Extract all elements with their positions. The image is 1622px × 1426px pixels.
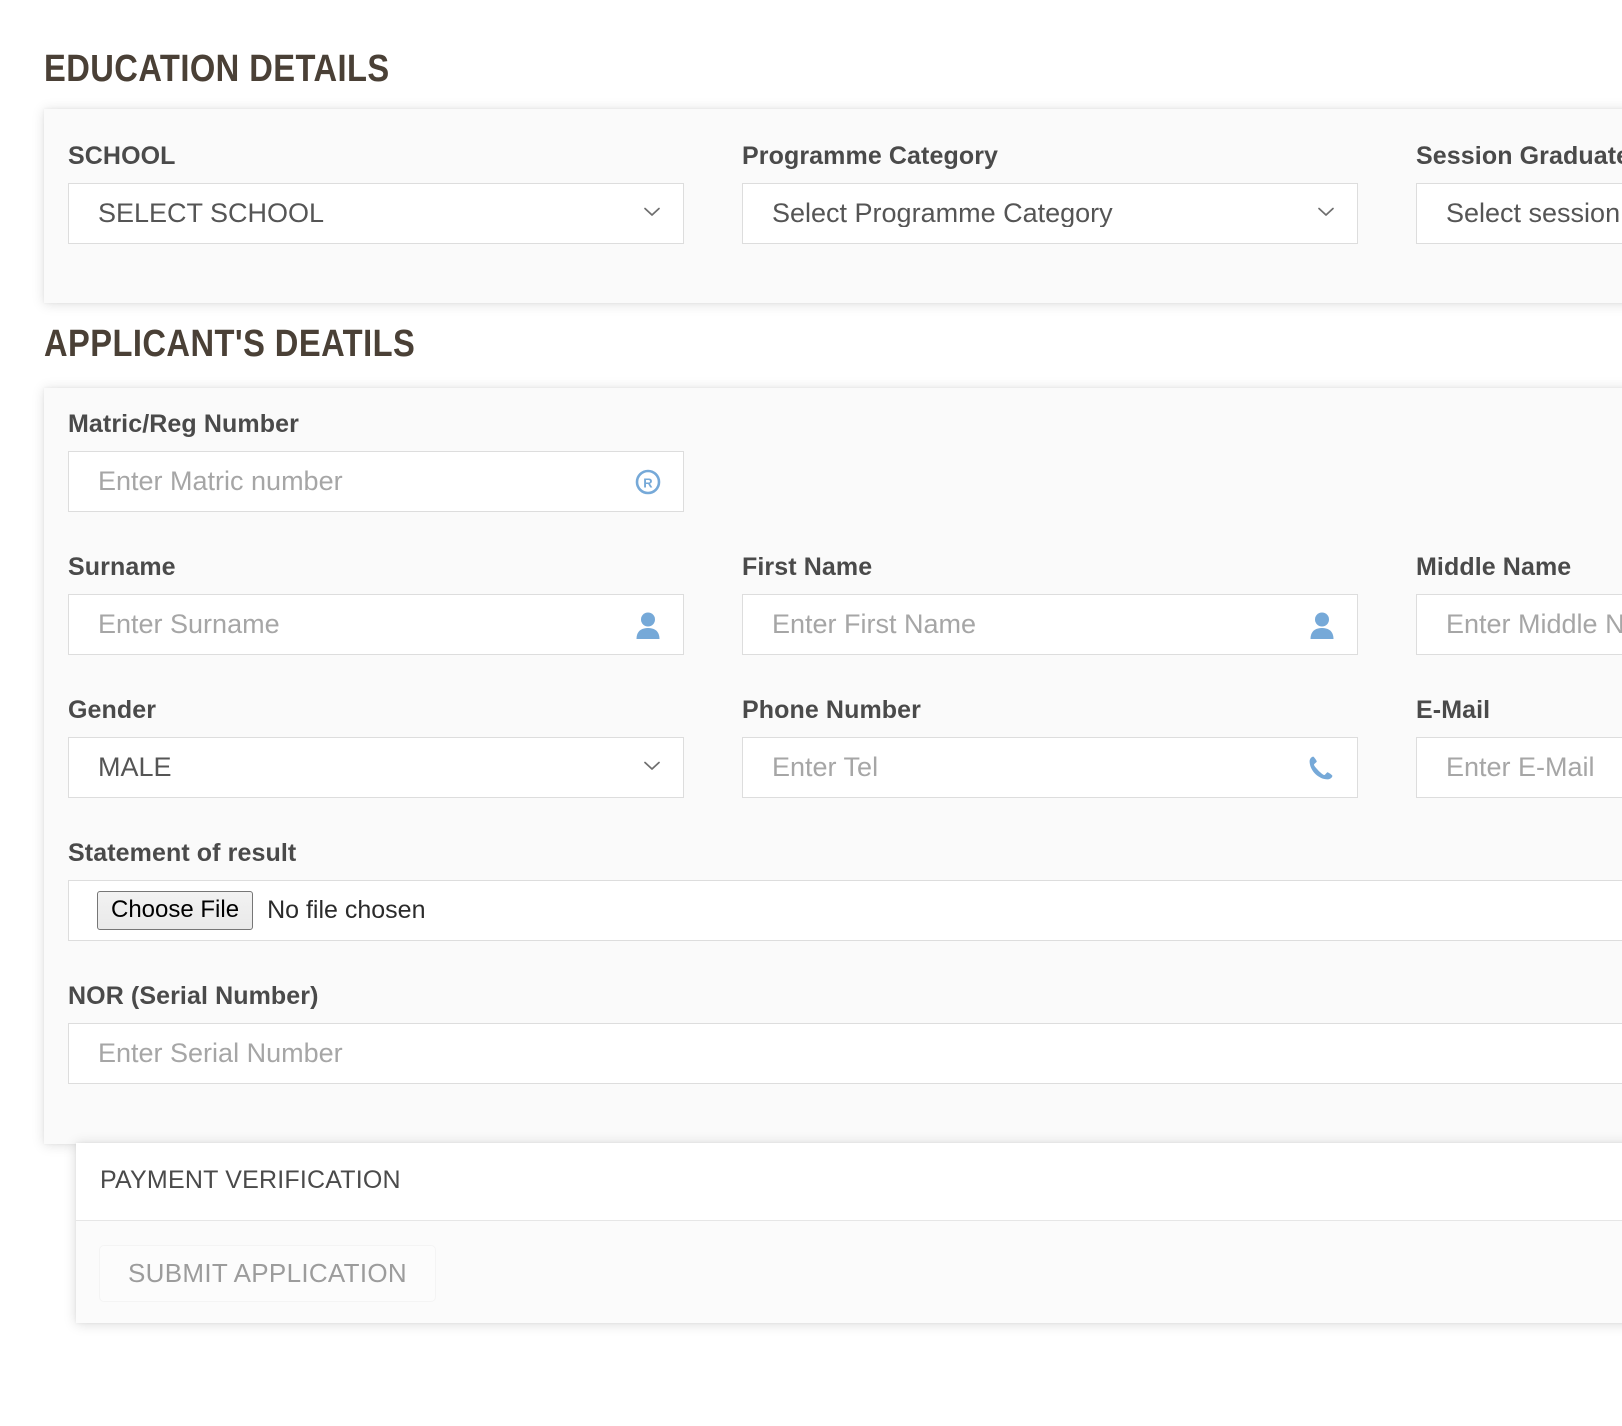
field-email: E-Mail Enter E-Mail [1416, 696, 1622, 798]
field-session-graduated: Session Graduated Select session [1416, 142, 1622, 244]
field-school: SCHOOL SELECT SCHOOL [68, 142, 684, 244]
file-status-text: No file chosen [267, 896, 426, 924]
phone-icon [1307, 754, 1335, 782]
programme-category-select-value: Select Programme Category [772, 200, 1113, 227]
registered-trademark-icon: R [635, 469, 661, 495]
surname-input[interactable]: Enter Surname [68, 594, 684, 655]
choose-file-button[interactable]: Choose File [97, 891, 254, 930]
field-label-programme-category: Programme Category [742, 142, 999, 170]
gender-select-value: MALE [98, 754, 172, 781]
submit-application-button[interactable]: SUBMIT APPLICATION [99, 1245, 436, 1302]
email-input[interactable]: Enter E-Mail [1416, 737, 1622, 798]
field-label-gender: Gender [68, 696, 157, 724]
education-details-heading: EDUCATION DETAILS [44, 48, 390, 90]
field-nor-serial-number: NOR (Serial Number) Enter Serial Number [68, 982, 1622, 1084]
field-statement-of-result: Statement of result Choose File No file … [68, 839, 1622, 941]
field-first-name: First Name Enter First Name [742, 553, 1358, 655]
programme-category-select[interactable]: Select Programme Category [742, 183, 1358, 244]
nor-serial-number-input[interactable]: Enter Serial Number [68, 1023, 1622, 1084]
field-gender: Gender MALE [68, 696, 684, 798]
user-icon [1309, 611, 1335, 639]
nor-serial-number-placeholder: Enter Serial Number [98, 1040, 343, 1067]
applicant-details-heading: APPLICANT'S DEATILS [44, 323, 416, 365]
field-label-middle-name: Middle Name [1416, 553, 1572, 581]
matric-number-input[interactable]: Enter Matric number R [68, 451, 684, 512]
field-surname: Surname Enter Surname [68, 553, 684, 655]
field-label-school: SCHOOL [68, 142, 176, 170]
chevron-down-icon [1317, 203, 1335, 221]
user-icon [635, 611, 661, 639]
school-select[interactable]: SELECT SCHOOL [68, 183, 684, 244]
field-label-email: E-Mail [1416, 696, 1491, 724]
field-label-nor-serial-number: NOR (Serial Number) [68, 982, 319, 1010]
application-form-page: EDUCATION DETAILS SCHOOL SELECT SCHOOL P… [0, 0, 1622, 1426]
field-label-session-graduated: Session Graduated [1416, 142, 1622, 170]
field-label-phone-number: Phone Number [742, 696, 921, 724]
field-phone-number: Phone Number Enter Tel [742, 696, 1358, 798]
school-select-value: SELECT SCHOOL [98, 200, 325, 227]
chevron-down-icon [643, 757, 661, 775]
field-programme-category: Programme Category Select Programme Cate… [742, 142, 1358, 244]
field-label-first-name: First Name [742, 553, 873, 581]
payment-verification-header: PAYMENT VERIFICATION [76, 1143, 1622, 1221]
payment-verification-title: PAYMENT VERIFICATION [100, 1166, 401, 1194]
field-matric-number: Matric/Reg Number Enter Matric number R [68, 410, 684, 512]
field-label-matric-number: Matric/Reg Number [68, 410, 299, 438]
svg-text:R: R [643, 475, 653, 490]
email-placeholder: Enter E-Mail [1446, 754, 1595, 781]
surname-placeholder: Enter Surname [98, 611, 280, 638]
field-label-surname: Surname [68, 553, 176, 581]
gender-select[interactable]: MALE [68, 737, 684, 798]
statement-of-result-file-input[interactable]: Choose File No file chosen [68, 880, 1622, 941]
middle-name-input[interactable]: Enter Middle Name [1416, 594, 1622, 655]
session-graduated-select[interactable]: Select session [1416, 183, 1622, 244]
session-graduated-select-value: Select session [1446, 200, 1621, 227]
applicant-details-panel: Matric/Reg Number Enter Matric number R … [44, 388, 1622, 1144]
matric-number-placeholder: Enter Matric number [98, 468, 343, 495]
phone-number-placeholder: Enter Tel [772, 754, 879, 781]
first-name-placeholder: Enter First Name [772, 611, 977, 638]
chevron-down-icon [643, 203, 661, 221]
field-label-statement-of-result: Statement of result [68, 839, 297, 867]
education-details-panel: SCHOOL SELECT SCHOOL Programme Category … [44, 109, 1622, 303]
field-middle-name: Middle Name Enter Middle Name [1416, 553, 1622, 655]
payment-verification-panel: PAYMENT VERIFICATION SUBMIT APPLICATION [76, 1143, 1622, 1323]
phone-number-input[interactable]: Enter Tel [742, 737, 1358, 798]
first-name-input[interactable]: Enter First Name [742, 594, 1358, 655]
middle-name-placeholder: Enter Middle Name [1446, 611, 1622, 638]
